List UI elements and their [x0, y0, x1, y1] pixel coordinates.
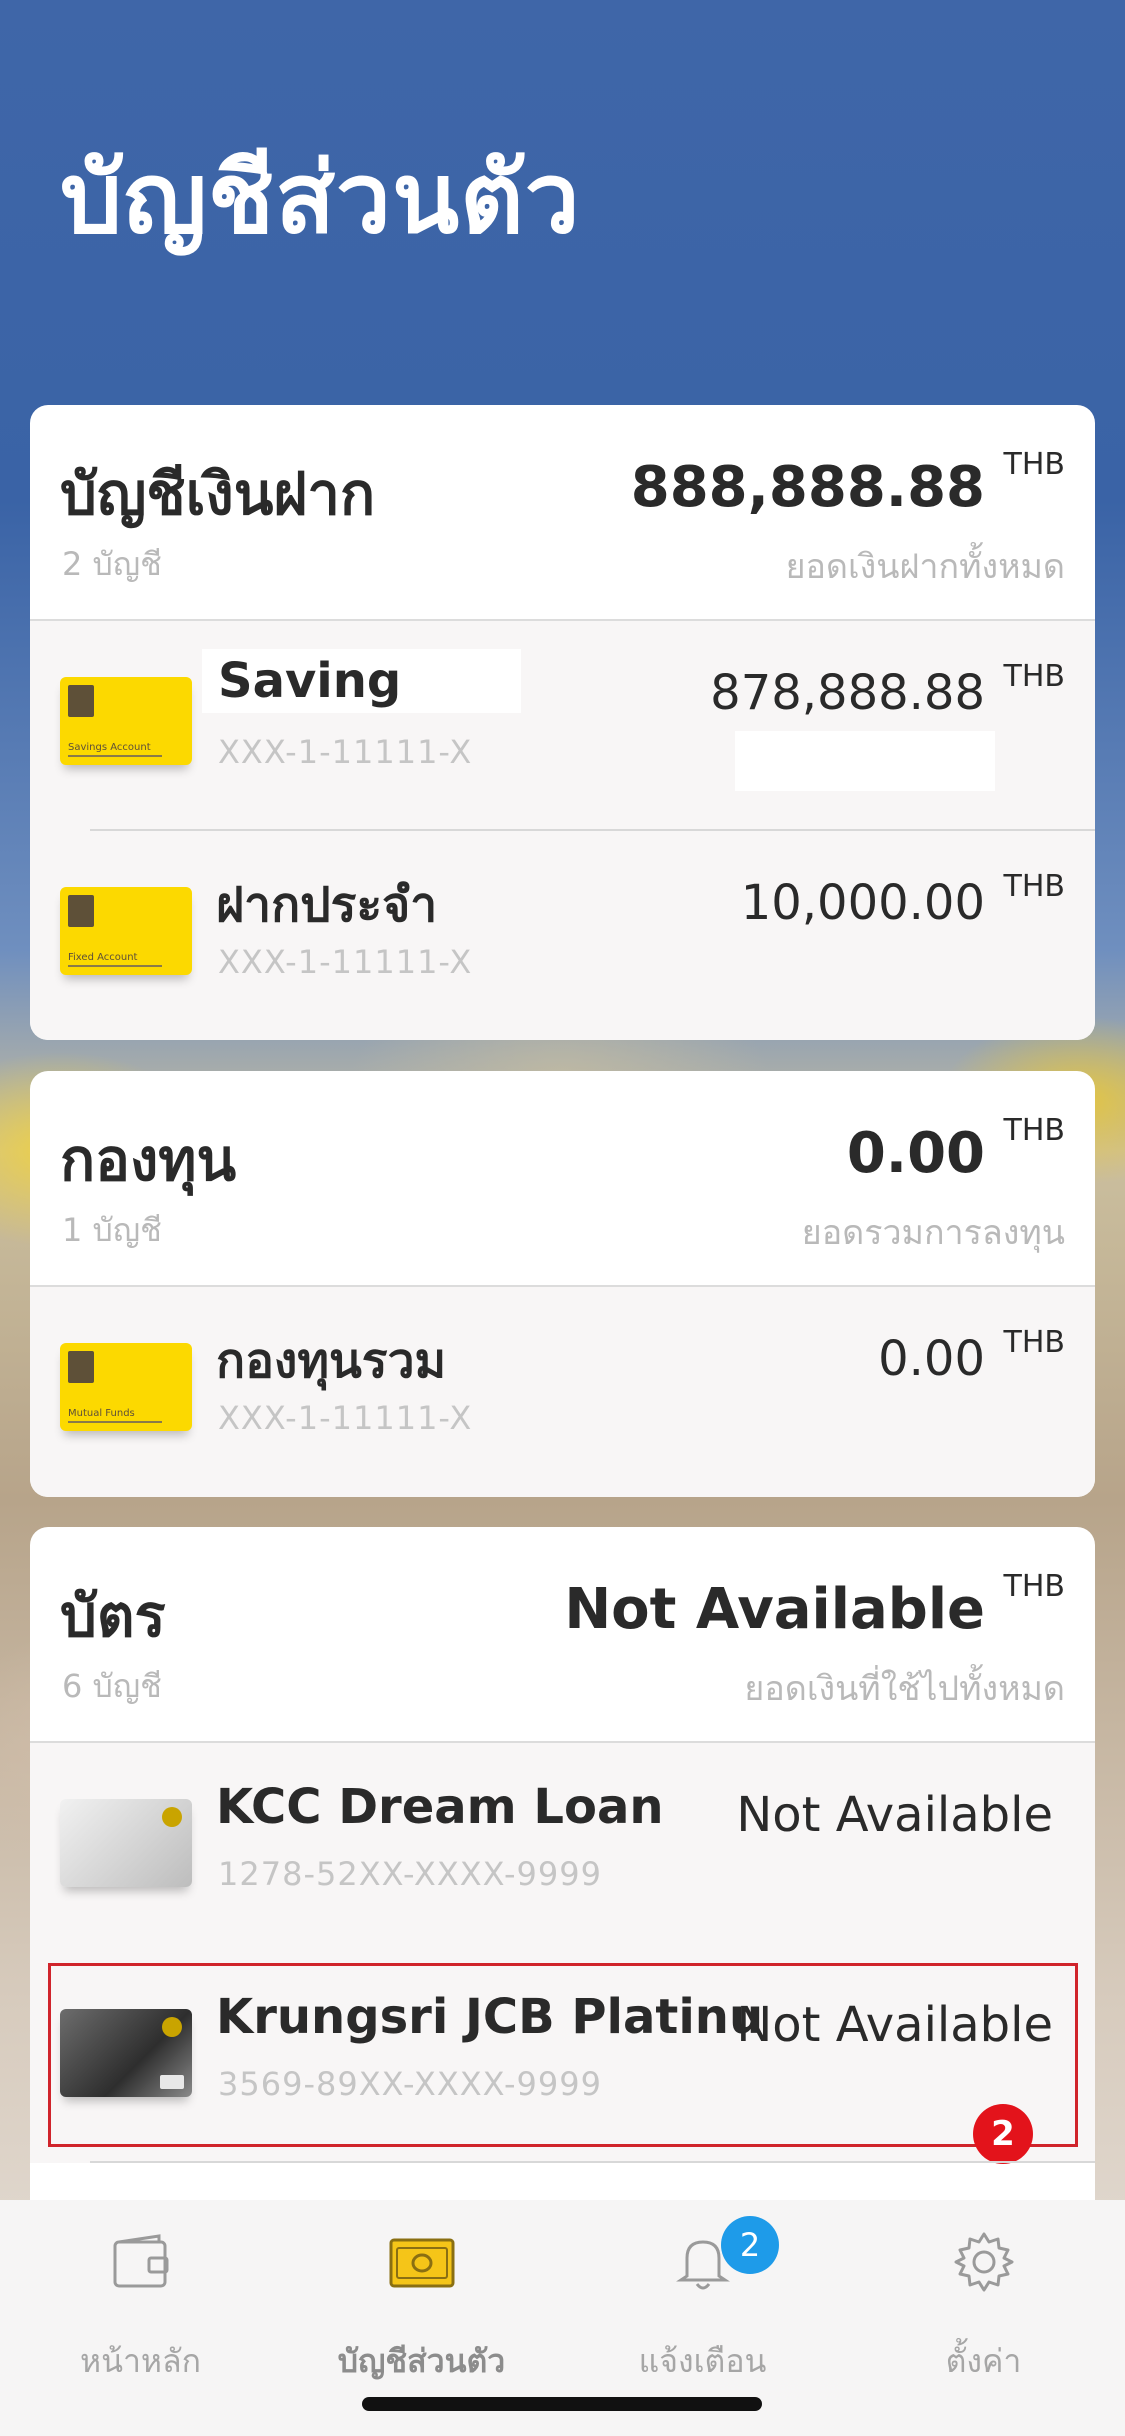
- tab-accounts[interactable]: บัญชีส่วนตัว: [281, 2230, 562, 2390]
- currency-label: THB: [1003, 869, 1065, 904]
- total-label: ยอดรวมการลงทุน: [801, 1213, 1065, 1253]
- krungsri-logo-icon: [68, 685, 94, 717]
- cards-header[interactable]: บัตร 6 บัญชี Not Available THB ยอดเงินที…: [30, 1527, 1095, 1743]
- tab-home[interactable]: หน้าหลัก: [0, 2230, 281, 2390]
- fixed-card-image: Fixed Account: [60, 887, 192, 975]
- account-number: XXX-1-11111-X: [218, 733, 473, 771]
- account-number: XXX-1-11111-X: [218, 943, 473, 981]
- divider: [90, 2161, 1095, 2163]
- account-balance: 0.00: [878, 1331, 985, 1387]
- card-balance: Not Available: [736, 1787, 1053, 1843]
- currency-label: THB: [1003, 1113, 1065, 1148]
- total-amount: Not Available: [564, 1577, 985, 1642]
- account-balance: 10,000.00: [740, 875, 985, 931]
- account-name: ฝากประจำ: [216, 877, 438, 933]
- kcc-card-image: [60, 1799, 192, 1887]
- total-amount: 888,888.88: [630, 455, 985, 520]
- tab-label: บัญชีส่วนตัว: [337, 2342, 506, 2380]
- krungsri-logo-icon: [162, 1807, 182, 1827]
- section-title: กองทุน: [60, 1126, 237, 1194]
- card-type-label: Mutual Funds: [68, 1408, 135, 1419]
- gear-icon: [954, 2232, 1013, 2292]
- card-row-jcb-platinum[interactable]: Krungsri JCB Platinu 3569-89XX-XXXX-9999…: [30, 1953, 1095, 2164]
- currency-label: THB: [1003, 447, 1065, 482]
- highlight-box: 2: [48, 1963, 1078, 2164]
- deposit-header[interactable]: บัญชีเงินฝาก 2 บัญชี 888,888.88 THB ยอดเ…: [30, 405, 1095, 621]
- account-count: 1 บัญชี: [62, 1211, 162, 1249]
- tab-notifications[interactable]: 2 แจ้งเตือน: [562, 2216, 843, 2390]
- funds-header[interactable]: กองทุน 1 บัญชี 0.00 THB ยอดรวมการลงทุน: [30, 1071, 1095, 1287]
- total-label: ยอดเงินที่ใช้ไปทั้งหมด: [744, 1669, 1065, 1709]
- account-count: 6 บัญชี: [62, 1667, 162, 1705]
- account-row-fixed[interactable]: Fixed Account ฝากประจำ XXX-1-11111-X 10,…: [30, 831, 1095, 1040]
- notification-badge: 2: [721, 2216, 779, 2274]
- tab-label: แจ้งเตือน: [638, 2342, 767, 2380]
- total-amount: 0.00: [846, 1121, 985, 1186]
- mutual-fund-card-image: Mutual Funds: [60, 1343, 192, 1431]
- tab-settings[interactable]: ตั้งค่า: [843, 2230, 1124, 2390]
- savings-card-image: Savings Account: [60, 677, 192, 765]
- deposit-accounts-card: บัญชีเงินฝาก 2 บัญชี 888,888.88 THB ยอดเ…: [30, 405, 1095, 1040]
- account-balance: 878,888.88: [710, 665, 985, 721]
- section-title: บัญชีเงินฝาก: [60, 460, 376, 528]
- account-row-saving[interactable]: Savings Account Saving XXX-1-11111-X 878…: [30, 621, 1095, 831]
- annotation-badge: 2: [973, 2104, 1033, 2164]
- krungsri-logo-icon: [68, 895, 94, 927]
- card-number: 1278-52XX-XXXX-9999: [218, 1855, 602, 1893]
- banknote-icon: [389, 2238, 454, 2288]
- currency-label: THB: [1003, 1325, 1065, 1360]
- card-type-label: Savings Account: [68, 742, 151, 753]
- krungsri-logo-icon: [68, 1351, 94, 1383]
- redaction-patch: [735, 731, 995, 791]
- account-name: Saving: [202, 649, 522, 713]
- home-indicator[interactable]: [362, 2397, 762, 2411]
- account-count: 2 บัญชี: [62, 545, 162, 583]
- total-label: ยอดเงินฝากทั้งหมด: [785, 547, 1065, 587]
- funds-card: กองทุน 1 บัญชี 0.00 THB ยอดรวมการลงทุน M…: [30, 1071, 1095, 1497]
- tab-label: ตั้งค่า: [945, 2342, 1022, 2380]
- tab-label: หน้าหลัก: [79, 2342, 201, 2380]
- currency-label: THB: [1003, 1569, 1065, 1604]
- card-type-label: Fixed Account: [68, 952, 138, 963]
- credit-cards-card: บัตร 6 บัญชี Not Available THB ยอดเงินที…: [30, 1527, 1095, 2247]
- wallet-icon: [113, 2234, 168, 2288]
- page-title: บัญชีส่วนตัว: [60, 142, 581, 256]
- card-name: KCC Dream Loan: [216, 1779, 664, 1835]
- account-name: กองทุนรวม: [216, 1333, 447, 1389]
- section-title: บัตร: [60, 1582, 166, 1650]
- account-number: XXX-1-11111-X: [218, 1399, 473, 1437]
- card-row-kcc-dream-loan[interactable]: KCC Dream Loan 1278-52XX-XXXX-9999 Not A…: [30, 1743, 1095, 1953]
- account-row-mutual-fund[interactable]: Mutual Funds กองทุนรวม XXX-1-11111-X 0.0…: [30, 1287, 1095, 1497]
- currency-label: THB: [1003, 659, 1065, 694]
